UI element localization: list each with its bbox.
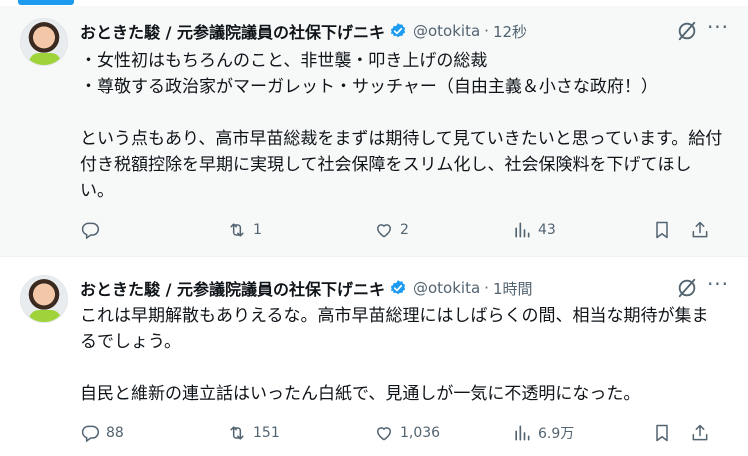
- share-icon: [692, 221, 708, 238]
- reply-icon: [81, 222, 100, 240]
- tweet-actions: 1 2 43: [80, 217, 730, 243]
- avatar[interactable]: [20, 275, 68, 323]
- retweet-button[interactable]: 151: [227, 420, 374, 446]
- avatar-shirt: [29, 310, 61, 322]
- tweet-text: ・女性初はもちろんのこと、非世襲・叩き上げの総裁 ・尊敬する政治家がマーガレット…: [80, 51, 723, 201]
- tweet[interactable]: おときた駿 / 元参議院議員の社保下げニキ @otokita · 1時間 ···…: [0, 263, 748, 456]
- like-icon: [377, 427, 391, 441]
- verified-badge-icon: [390, 23, 406, 38]
- views-icon: [515, 425, 530, 441]
- new-posts-indicator[interactable]: [18, 0, 74, 5]
- view-count: 6.9万: [538, 426, 575, 442]
- author-handle[interactable]: @otokita: [413, 279, 480, 297]
- retweet-icon: [230, 426, 244, 440]
- more-icon[interactable]: ···: [706, 17, 730, 42]
- avatar-shirt: [29, 53, 61, 65]
- grok-icon[interactable]: [676, 277, 698, 299]
- tweet-divider: [0, 256, 748, 263]
- tweet-text: これは早期解散もありえるな。高市早苗総理にはしばらくの間、相当な期待が集まるでし…: [80, 306, 709, 404]
- like-count: 1,036: [400, 425, 441, 441]
- header-separator: ·: [484, 22, 489, 40]
- header-separator: ·: [484, 279, 489, 297]
- more-icon[interactable]: ···: [706, 274, 730, 299]
- timestamp[interactable]: 1時間: [493, 278, 533, 299]
- retweet-icon: [230, 223, 244, 237]
- author-name[interactable]: おときた駿 / 元参議院議員の社保下げニキ: [80, 276, 385, 300]
- reply-button[interactable]: 88: [80, 420, 227, 446]
- like-button[interactable]: 2: [374, 217, 512, 243]
- verified-badge-icon: [390, 280, 406, 295]
- tweet-actions: 88 151 1,036 6.9万: [80, 420, 730, 446]
- tweet-header: おときた駿 / 元参議院議員の社保下げニキ @otokita · 1時間: [80, 277, 533, 299]
- like-icon: [377, 224, 391, 238]
- reply-icon: [81, 425, 100, 443]
- share-icon: [692, 424, 708, 441]
- author-handle[interactable]: @otokita: [413, 22, 480, 40]
- share-button[interactable]: [690, 420, 714, 446]
- retweet-count: 151: [253, 425, 280, 441]
- like-button[interactable]: 1,036: [374, 420, 512, 446]
- retweet-button[interactable]: 1: [227, 217, 374, 243]
- author-name[interactable]: おときた駿 / 元参議院議員の社保下げニキ: [80, 19, 385, 43]
- reply-button[interactable]: [80, 217, 227, 243]
- timestamp[interactable]: 12秒: [493, 21, 527, 42]
- tweet-header: おときた駿 / 元参議院議員の社保下げニキ @otokita · 12秒: [80, 20, 527, 42]
- views-button[interactable]: 6.9万: [512, 420, 652, 446]
- views-button[interactable]: 43: [512, 217, 652, 243]
- retweet-count: 1: [253, 222, 262, 238]
- like-count: 2: [400, 222, 409, 238]
- grok-icon[interactable]: [676, 20, 698, 42]
- reply-count: 88: [106, 425, 124, 441]
- views-icon: [515, 222, 530, 238]
- bookmark-icon: [656, 221, 668, 239]
- bookmark-button[interactable]: [652, 217, 690, 243]
- share-button[interactable]: [690, 217, 714, 243]
- tweet[interactable]: おときた駿 / 元参議院議員の社保下げニキ @otokita · 12秒 ···…: [0, 6, 748, 256]
- view-count: 43: [538, 222, 556, 238]
- avatar[interactable]: [20, 18, 68, 66]
- bookmark-icon: [656, 424, 668, 442]
- bookmark-button[interactable]: [652, 420, 690, 446]
